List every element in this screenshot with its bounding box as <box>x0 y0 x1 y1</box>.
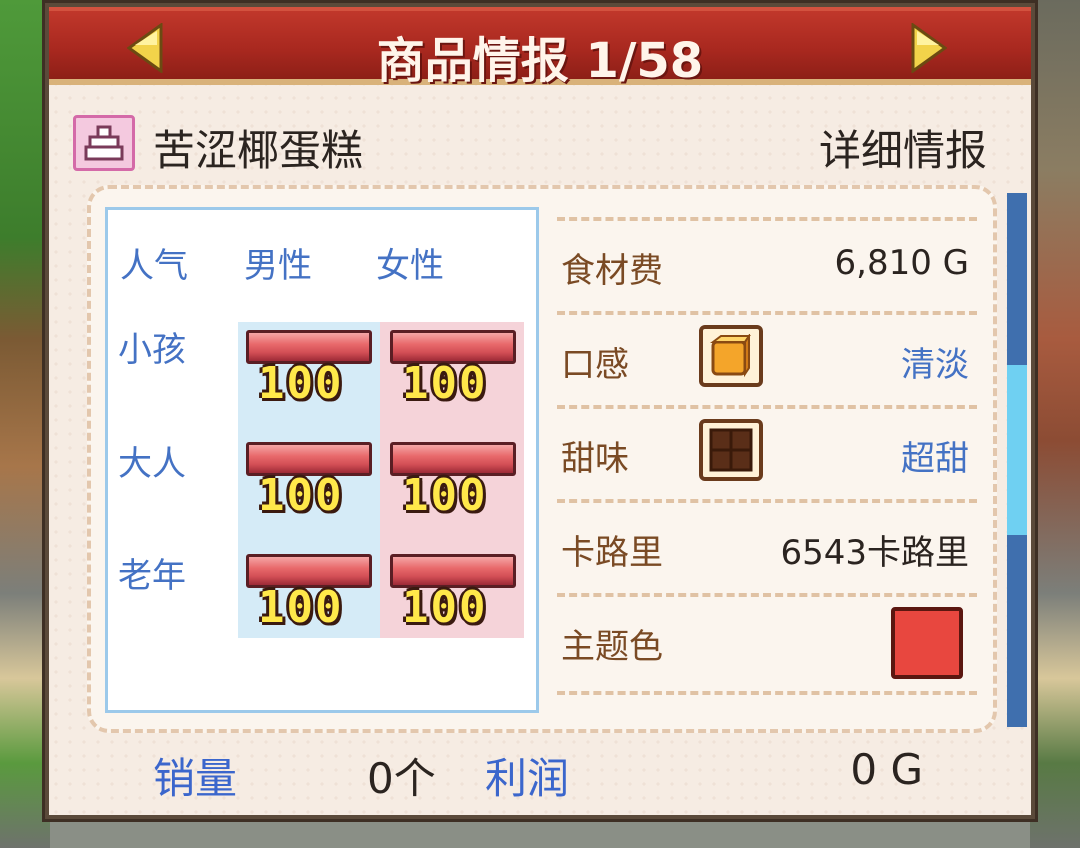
score-value: 100 <box>258 582 344 633</box>
stat-sweetness: 甜味 超甜 <box>557 405 977 499</box>
stat-label: 口感 <box>561 345 629 385</box>
scrollbar[interactable] <box>1007 193 1027 727</box>
popularity-header: 人气 <box>120 246 188 286</box>
cake-icon <box>84 125 124 161</box>
next-product-button[interactable] <box>911 22 948 74</box>
score-senior-female: 100 <box>390 554 516 634</box>
stat-value: 6543卡路里 <box>780 533 969 573</box>
stat-calories: 卡路里 6543卡路里 <box>557 499 977 593</box>
stat-texture: 口感 清淡 <box>557 311 977 405</box>
stat-label: 甜味 <box>561 439 629 479</box>
score-adult-male: 100 <box>246 442 372 522</box>
score-value: 100 <box>402 358 488 409</box>
column-header-female: 女性 <box>376 246 444 286</box>
stat-label: 主题色 <box>561 627 663 667</box>
score-value: 100 <box>258 470 344 521</box>
divider <box>557 691 977 695</box>
score-value: 100 <box>402 470 488 521</box>
page-title: 商品情报 1/58 <box>376 33 704 89</box>
stat-ingredient-cost: 食材费 6,810 G <box>557 217 977 311</box>
theme-color-swatch <box>891 607 963 679</box>
product-icon <box>73 115 135 171</box>
score-adult-female: 100 <box>390 442 516 522</box>
score-child-male: 100 <box>246 330 372 410</box>
row-label-adult: 大人 <box>118 444 186 484</box>
stat-value: 清淡 <box>901 345 969 385</box>
sweetness-icon <box>699 419 763 481</box>
product-name: 苦涩椰蛋糕 <box>153 126 364 175</box>
triangle-right-icon <box>911 22 948 74</box>
profit-value: 0 G <box>850 745 923 794</box>
panel-body: 商品情报 1/58 苦涩椰蛋糕 详细情报 人气 男性 女性 小孩 大人 老年 1… <box>49 7 1031 815</box>
score-value: 100 <box>402 582 488 633</box>
texture-icon <box>699 325 763 387</box>
stat-theme-color: 主题色 <box>557 593 977 687</box>
stat-value: 超甜 <box>901 439 969 479</box>
sales-value: 0个 <box>367 754 436 803</box>
scrollbar-thumb[interactable] <box>1007 365 1027 535</box>
score-child-female: 100 <box>390 330 516 410</box>
column-header-male: 男性 <box>244 246 312 286</box>
sales-label: 销量 <box>153 754 238 803</box>
honey-block-icon <box>710 334 751 378</box>
stat-label: 卡路里 <box>561 533 663 573</box>
profit-label: 利润 <box>485 754 570 803</box>
detail-info-button[interactable]: 详细情报 <box>819 117 987 178</box>
product-info-panel: 商品情报 1/58 苦涩椰蛋糕 详细情报 人气 男性 女性 小孩 大人 老年 1… <box>42 0 1038 822</box>
row-label-senior: 老年 <box>118 556 186 596</box>
stat-label: 食材费 <box>561 251 663 291</box>
chocolate-block-icon <box>709 428 753 472</box>
score-senior-male: 100 <box>246 554 372 634</box>
score-value: 100 <box>258 358 344 409</box>
title-bar: 商品情报 1/58 <box>49 7 1031 89</box>
popularity-table: 人气 男性 女性 小孩 大人 老年 100 100 100 100 100 10… <box>105 207 539 713</box>
row-label-child: 小孩 <box>118 330 186 370</box>
stat-value: 6,810 G <box>834 243 970 283</box>
summary-row: 销量 0个 利润 0 G <box>49 745 1031 805</box>
stats-list: 食材费 6,810 G 口感 清淡 甜味 超甜 卡路里 6543卡路里 主题色 <box>557 203 977 713</box>
